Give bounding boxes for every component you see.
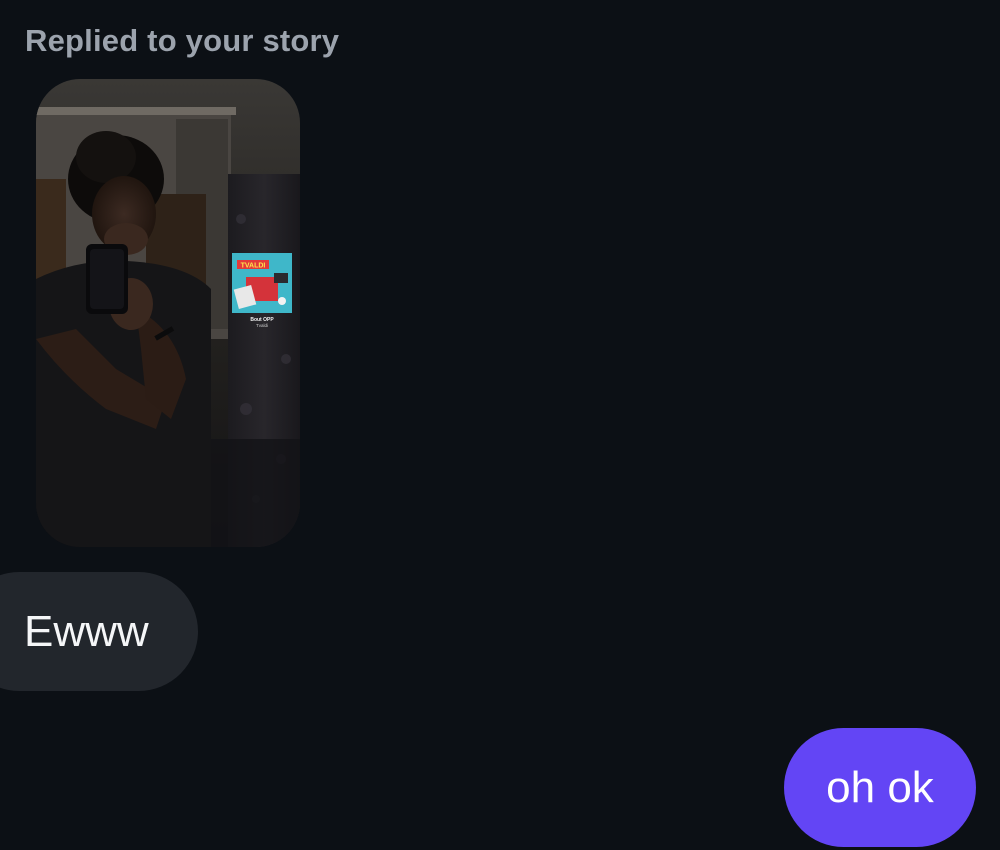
message-text: Ewww [24,606,149,656]
story-reply-thumbnail[interactable]: TVALDI Bout OPP Tvaldi [36,79,300,547]
message-text: oh ok [826,762,934,812]
music-sticker-album-cover[interactable]: TVALDI [232,253,292,313]
message-bubble-received[interactable]: Ewww [0,572,198,691]
svg-text:TVALDI: TVALDI [241,263,266,270]
message-bubble-sent[interactable]: oh ok [784,728,976,847]
story-reply-caption: Replied to your story [25,23,340,58]
story-image: TVALDI Bout OPP Tvaldi [36,79,300,547]
dm-thread: Replied to your story TVALDI Bout OPP Tv… [0,0,1000,850]
music-sticker-artist: Tvaldi [256,323,268,328]
